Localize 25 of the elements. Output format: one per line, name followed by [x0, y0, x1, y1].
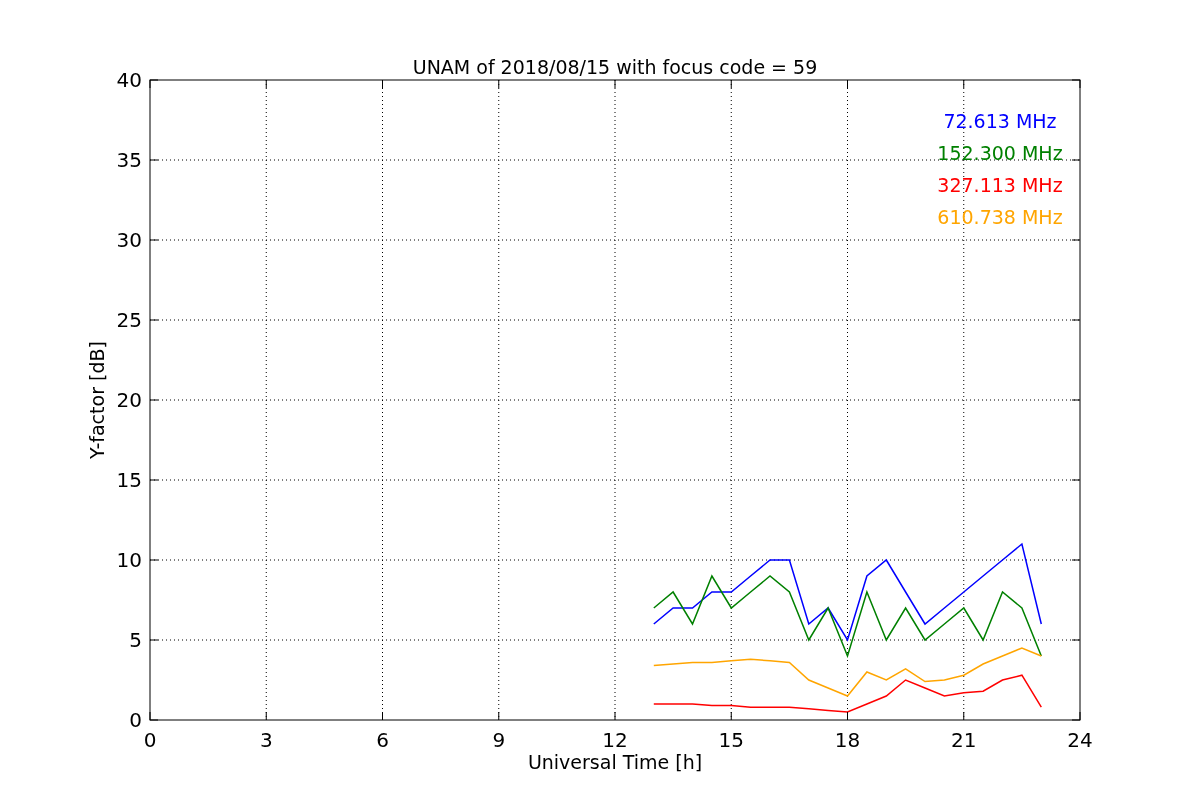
y-tick-label: 10: [116, 548, 142, 572]
x-tick-label: 3: [259, 728, 273, 752]
y-tick-label: 20: [116, 388, 142, 412]
x-tick-label: 21: [951, 728, 977, 752]
x-tick-label: 9: [492, 728, 506, 752]
x-tick-label: 18: [834, 728, 861, 752]
x-tick-label: 6: [376, 728, 389, 752]
x-tick-label: 15: [718, 728, 744, 752]
y-tick-label: 25: [116, 308, 142, 332]
y-tick-label: 30: [116, 228, 142, 252]
x-tick-label: 12: [602, 728, 628, 752]
legend-label: 327.113 MHz: [937, 174, 1063, 196]
y-axis-label: Y-factor [dB]: [86, 341, 108, 459]
legend-label: 72.613 MHz: [943, 110, 1057, 132]
y-tick-label: 35: [116, 148, 142, 172]
legend-label: 610.738 MHz: [937, 206, 1063, 228]
x-tick-label: 24: [1067, 728, 1093, 752]
y-tick-label: 40: [116, 68, 142, 92]
chart-title: UNAM of 2018/08/15 with focus code = 59: [412, 56, 818, 78]
x-axis-label: Universal Time [h]: [527, 751, 703, 773]
legend-label: 152.300 MHz: [937, 142, 1063, 164]
y-tick-label: 15: [116, 468, 142, 492]
y-tick-label: 0: [129, 708, 142, 732]
x-tick-label: 0: [143, 728, 157, 752]
y-tick-label: 5: [129, 628, 142, 652]
